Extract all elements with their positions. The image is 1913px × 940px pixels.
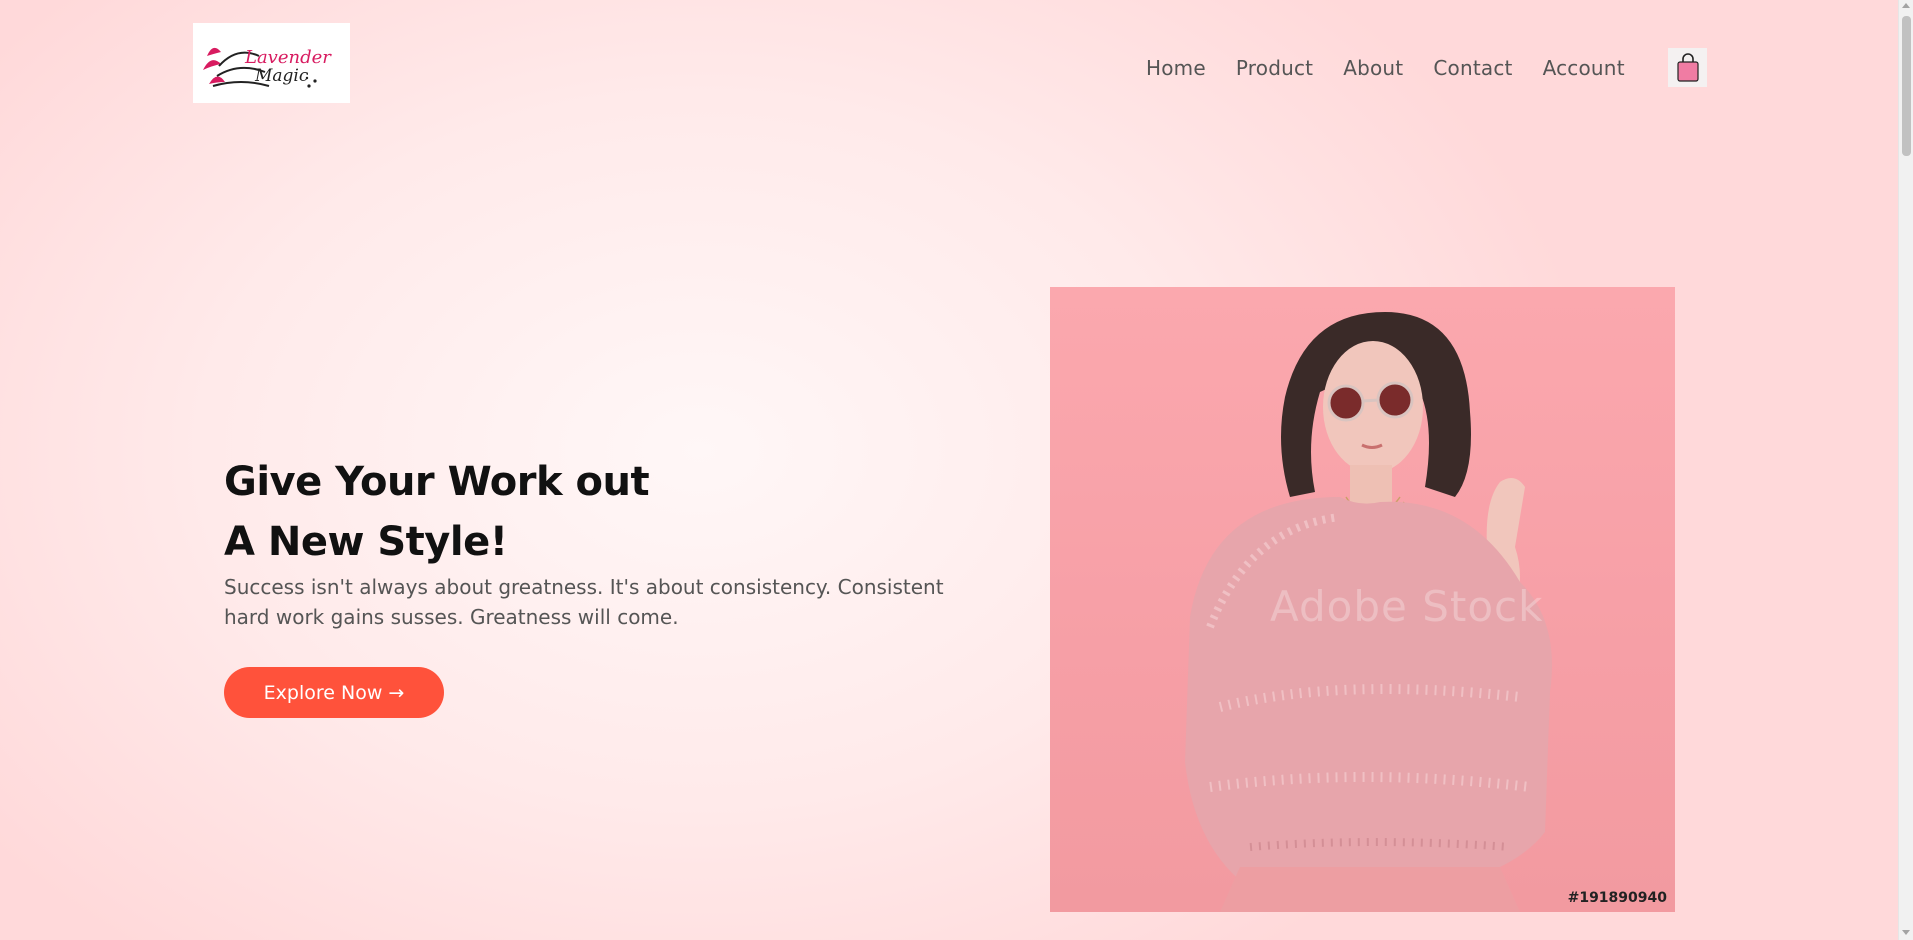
svg-text:Lavender: Lavender	[244, 47, 332, 68]
hero-title: Give Your Work out A New Style!	[224, 452, 984, 572]
scroll-thumb[interactable]	[1902, 16, 1911, 156]
explore-now-button[interactable]: Explore Now →	[224, 667, 444, 718]
hero-subtitle: Success isn't always about greatness. It…	[224, 575, 944, 629]
navbar: Lavender Magic Home Product About Contac…	[0, 0, 1897, 140]
scroll-down-icon[interactable]	[1902, 930, 1910, 935]
hero-title-line2: A New Style!	[224, 519, 508, 565]
hero-text: Give Your Work out A New Style! Success …	[224, 452, 984, 632]
image-watermark: Adobe Stock	[1270, 582, 1544, 631]
lavender-magic-logo: Lavender Magic	[202, 47, 332, 88]
hero-title-line1: Give Your Work out	[224, 459, 650, 505]
nav-contact[interactable]: Contact	[1433, 56, 1512, 80]
nav-account[interactable]: Account	[1543, 56, 1625, 80]
nav-menu: Home Product About Contact Account	[1146, 50, 1655, 86]
svg-text:Magic: Magic	[254, 66, 309, 86]
shopping-bag-icon	[1676, 52, 1699, 82]
nav-product[interactable]: Product	[1236, 56, 1313, 80]
logo[interactable]: Lavender Magic	[193, 23, 350, 103]
scroll-up-icon[interactable]	[1902, 3, 1910, 8]
image-id: #191890940	[1567, 890, 1667, 906]
cart-button[interactable]	[1668, 48, 1707, 87]
scrollbar[interactable]	[1898, 0, 1913, 940]
nav-about[interactable]: About	[1343, 56, 1403, 80]
hero-image: Adobe Stock #191890940	[1050, 287, 1675, 912]
nav-home[interactable]: Home	[1146, 56, 1206, 80]
